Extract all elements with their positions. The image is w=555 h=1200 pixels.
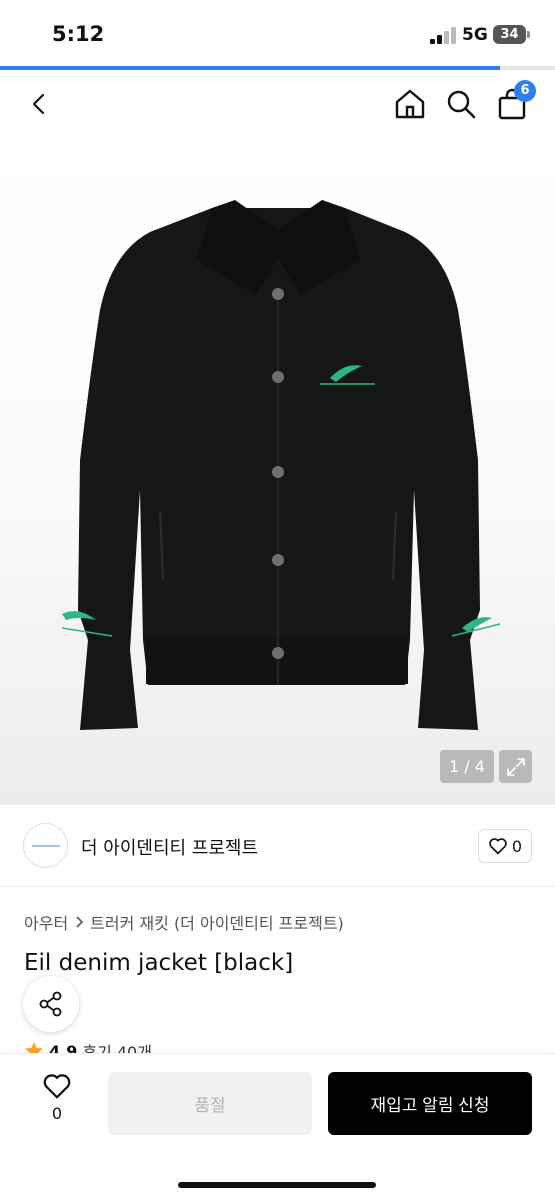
heart-icon [489, 838, 507, 855]
breadcrumb-subcategory[interactable]: 트러커 재킷 (더 아이덴티티 프로젝트) [90, 910, 344, 934]
status-bar: 5:12 5G 34 [0, 0, 555, 66]
network-label: 5G [462, 25, 488, 45]
restock-alert-button[interactable]: 재입고 알림 신청 [328, 1072, 532, 1135]
brand-like-button[interactable]: 0 [478, 829, 532, 863]
brand-like-count: 0 [511, 836, 523, 856]
image-counter: 1 / 4 [440, 750, 494, 783]
cart-count-badge: 6 [514, 80, 536, 102]
home-indicator [178, 1182, 376, 1188]
search-button[interactable] [439, 82, 483, 126]
share-button[interactable] [23, 976, 79, 1032]
brand-logo [23, 823, 68, 868]
jacket-image [61, 200, 501, 730]
back-icon [32, 93, 45, 115]
bottom-action-bar: 0 품절 재입고 알림 신청 [0, 1053, 555, 1200]
product-title: Eil denim jacket [black] [24, 950, 294, 976]
cart-button[interactable]: 6 [490, 80, 536, 126]
breadcrumb: 아우터 트러커 재킷 (더 아이덴티티 프로젝트) [24, 910, 344, 934]
back-button[interactable] [18, 82, 62, 126]
share-icon [39, 991, 62, 1017]
wishlist-count: 0 [51, 1104, 63, 1123]
home-button[interactable] [388, 82, 432, 126]
brand-name[interactable]: 더 아이덴티티 프로젝트 [81, 834, 258, 860]
expand-image-button[interactable] [499, 750, 532, 783]
wishlist-button[interactable]: 0 [30, 1072, 84, 1138]
home-icon [395, 89, 425, 119]
search-icon [447, 90, 476, 119]
status-time: 5:12 [52, 22, 105, 46]
chevron-right-icon [76, 916, 84, 928]
signal-icon [430, 27, 456, 44]
product-image[interactable]: 1 / 4 [0, 140, 555, 805]
battery-tip [527, 31, 530, 38]
battery-icon: 34 [493, 25, 526, 44]
heart-icon [43, 1074, 71, 1099]
soldout-button: 품절 [108, 1072, 312, 1135]
nav-bar: 6 [0, 70, 555, 140]
breadcrumb-category[interactable]: 아우터 [24, 910, 68, 934]
brand-row[interactable]: 더 아이덴티티 프로젝트 0 [0, 805, 555, 887]
expand-icon [506, 757, 525, 776]
